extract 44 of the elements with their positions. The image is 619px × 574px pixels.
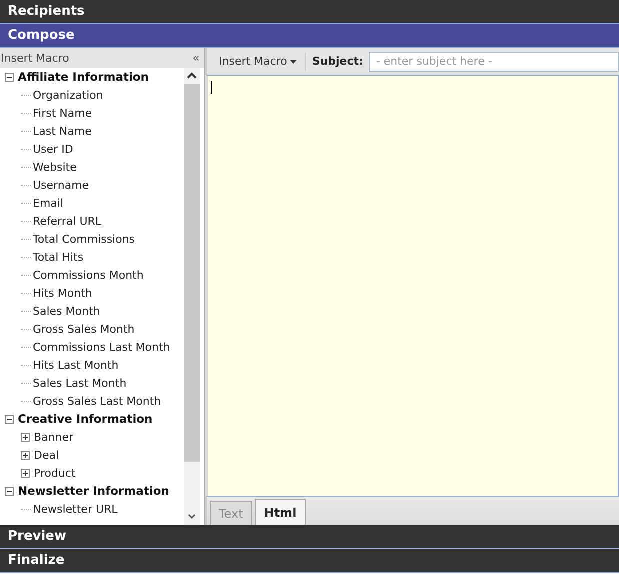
- tree-item[interactable]: Hits Month: [33, 286, 92, 300]
- tree-item[interactable]: Sales Last Month: [33, 376, 127, 390]
- tree-item[interactable]: Deal: [34, 448, 60, 462]
- section-header[interactable]: Compose: [0, 24, 619, 48]
- collapse-icon[interactable]: [5, 72, 14, 82]
- tree-item[interactable]: User ID: [33, 142, 74, 156]
- section-header[interactable]: Preview: [0, 525, 619, 549]
- collapse-icon[interactable]: [5, 414, 14, 424]
- tree-item[interactable]: Banner: [34, 430, 74, 444]
- tree-item[interactable]: Website: [33, 160, 77, 174]
- expand-icon[interactable]: [21, 450, 30, 460]
- tree-item[interactable]: Sales Month: [33, 304, 100, 318]
- caret-icon: [290, 60, 298, 64]
- expand-icon[interactable]: [21, 468, 30, 478]
- tree-group[interactable]: Newsletter Information: [18, 484, 170, 498]
- tree-item[interactable]: Total Hits: [33, 250, 84, 264]
- tree-item[interactable]: Commissions Month: [33, 268, 144, 282]
- tree-item[interactable]: Referral URL: [33, 214, 102, 228]
- subject-label: Subject:: [312, 55, 364, 68]
- tree-item[interactable]: Newsletter URL: [33, 502, 118, 516]
- tree-item[interactable]: Organization: [33, 88, 104, 102]
- tree-item[interactable]: Hits Last Month: [33, 358, 119, 372]
- tree-item[interactable]: First Name: [33, 106, 92, 120]
- tree-item[interactable]: Last Name: [33, 124, 92, 138]
- tree-group[interactable]: Affiliate Information: [18, 70, 149, 84]
- tree-item[interactable]: Username: [33, 178, 90, 192]
- tree-item[interactable]: Gross Sales Last Month: [33, 394, 162, 408]
- collapse-icon[interactable]: [5, 486, 14, 496]
- editor-tab[interactable]: Html: [255, 499, 306, 525]
- tree-group[interactable]: Creative Information: [18, 412, 153, 426]
- subject-field[interactable]: - enter subject here -: [369, 52, 619, 72]
- panel-title: Insert Macro: [1, 52, 70, 64]
- insert-macro-button[interactable]: Insert Macro: [213, 52, 306, 70]
- text-cursor: [211, 81, 212, 94]
- section-header[interactable]: Finalize: [0, 549, 619, 573]
- expand-icon[interactable]: [21, 432, 30, 442]
- tree-item[interactable]: Email: [33, 196, 64, 210]
- tree-item[interactable]: Commissions Last Month: [33, 340, 170, 354]
- tree-item[interactable]: Total Commissions: [33, 232, 136, 246]
- tree-item[interactable]: Gross Sales Month: [33, 322, 135, 336]
- collapse-button[interactable]: «: [192, 51, 200, 65]
- tree-item[interactable]: Product: [34, 466, 76, 480]
- scrollbar[interactable]: [184, 68, 200, 525]
- section-header[interactable]: Recipients: [0, 0, 619, 24]
